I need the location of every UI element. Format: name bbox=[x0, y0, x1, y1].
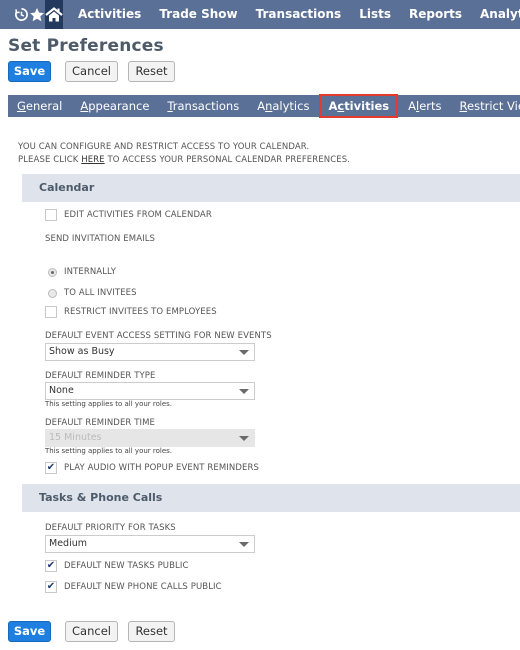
reset-button[interactable]: Reset bbox=[128, 61, 175, 82]
calls-public-label: DEFAULT NEW PHONE CALLS PUBLIC bbox=[64, 582, 222, 592]
top-button-row: Save Cancel Reset bbox=[8, 61, 175, 82]
cancel-button[interactable]: Cancel bbox=[65, 61, 118, 82]
tab-general[interactable]: General bbox=[8, 95, 71, 117]
dropdown-arrow-icon bbox=[239, 389, 249, 394]
edit-activities-row: EDIT ACTIVITIES FROM CALENDAR bbox=[45, 209, 212, 221]
priority-value: Medium bbox=[49, 538, 87, 549]
preference-tabs: General Appearance Transactions Analytics Ac… bbox=[8, 94, 520, 118]
tab-appearance[interactable]: Appearance bbox=[71, 95, 158, 117]
reminder-type-value: None bbox=[49, 385, 74, 396]
dropdown-arrow-icon bbox=[239, 436, 249, 441]
reminder-type-label: DEFAULT REMINDER TYPE bbox=[45, 371, 156, 381]
save-button[interactable]: Save bbox=[8, 61, 51, 82]
reminder-time-label: DEFAULT REMINDER TIME bbox=[45, 418, 156, 428]
recent-records-button[interactable] bbox=[14, 0, 29, 29]
save-button[interactable]: Save bbox=[8, 621, 51, 642]
home-button[interactable] bbox=[45, 0, 63, 29]
event-access-label: DEFAULT EVENT ACCESS SETTING FOR NEW EVE… bbox=[45, 331, 272, 341]
cancel-button[interactable]: Cancel bbox=[65, 621, 118, 642]
tab-transactions[interactable]: Transactions bbox=[158, 95, 248, 117]
dropdown-arrow-icon bbox=[239, 542, 249, 547]
tab-restrict-view[interactable]: Restrict View bbox=[451, 95, 520, 117]
favorites-button[interactable] bbox=[29, 0, 45, 29]
tasks-public-row: ✔ DEFAULT NEW TASKS PUBLIC bbox=[45, 560, 189, 572]
recent-icon bbox=[15, 8, 28, 21]
tab-analytics[interactable]: Analytics bbox=[248, 95, 318, 117]
intro-prefix: PLEASE CLICK bbox=[18, 154, 82, 165]
radio-all-invitees-row: TO ALL INVITEES bbox=[45, 288, 137, 298]
intro-line-2: PLEASE CLICK HERE TO ACCESS YOUR PERSONA… bbox=[18, 154, 350, 167]
here-link[interactable]: HERE bbox=[81, 155, 104, 165]
reminder-time-value: 15 Minutes bbox=[49, 432, 102, 443]
edit-activities-label: EDIT ACTIVITIES FROM CALENDAR bbox=[64, 210, 212, 220]
calendar-section-header[interactable]: Calendar bbox=[22, 174, 520, 202]
top-nav: Activities Trade Show Transactions Lists… bbox=[0, 0, 520, 29]
internally-radio[interactable] bbox=[48, 267, 57, 277]
checkmark-icon: ✔ bbox=[46, 581, 56, 592]
dropdown-arrow-icon bbox=[239, 350, 249, 355]
play-audio-label: PLAY AUDIO WITH POPUP EVENT REMINDERS bbox=[64, 463, 259, 473]
radio-internally-row: INTERNALLY bbox=[45, 267, 116, 277]
edit-activities-checkbox[interactable] bbox=[45, 209, 57, 221]
reset-button[interactable]: Reset bbox=[128, 621, 175, 642]
event-access-value: Show as Busy bbox=[49, 346, 115, 357]
reminder-type-help: This setting applies to all your roles. bbox=[45, 400, 173, 408]
tasks-public-label: DEFAULT NEW TASKS PUBLIC bbox=[64, 561, 189, 571]
play-audio-row: ✔ PLAY AUDIO WITH POPUP EVENT REMINDERS bbox=[45, 462, 259, 474]
page-title: Set Preferences bbox=[8, 36, 164, 56]
priority-select[interactable]: Medium bbox=[45, 535, 255, 553]
checkmark-icon: ✔ bbox=[46, 462, 56, 473]
all-invitees-label: TO ALL INVITEES bbox=[64, 288, 137, 298]
menu-lists[interactable]: Lists bbox=[350, 0, 400, 29]
main-menu: Activities Trade Show Transactions Lists… bbox=[69, 0, 520, 29]
menu-reports[interactable]: Reports bbox=[400, 0, 471, 29]
tasks-public-checkbox[interactable]: ✔ bbox=[45, 560, 57, 572]
reminder-time-select: 15 Minutes bbox=[45, 429, 255, 447]
reminder-time-help: This setting applies to all your roles. bbox=[45, 447, 173, 455]
star-icon bbox=[30, 7, 44, 21]
tab-activities[interactable]: Activities bbox=[319, 94, 399, 118]
intro-suffix: TO ACCESS YOUR PERSONAL CALENDAR PREFERE… bbox=[104, 154, 351, 165]
priority-label: DEFAULT PRIORITY FOR TASKS bbox=[45, 523, 176, 533]
restrict-invitees-row: RESTRICT INVITEES TO EMPLOYEES bbox=[45, 306, 217, 318]
intro-text: YOU CAN CONFIGURE AND RESTRICT ACCESS TO… bbox=[18, 141, 350, 166]
menu-transactions[interactable]: Transactions bbox=[247, 0, 351, 29]
send-invitation-label: SEND INVITATION EMAILS bbox=[45, 234, 156, 244]
intro-line-1: YOU CAN CONFIGURE AND RESTRICT ACCESS TO… bbox=[18, 142, 310, 152]
play-audio-checkbox[interactable]: ✔ bbox=[45, 462, 57, 474]
internally-label: INTERNALLY bbox=[64, 267, 117, 277]
reminder-type-select[interactable]: None bbox=[45, 382, 255, 400]
menu-trade-show[interactable]: Trade Show bbox=[150, 0, 246, 29]
tasks-section-header[interactable]: Tasks & Phone Calls bbox=[22, 484, 520, 512]
home-icon bbox=[45, 6, 63, 21]
restrict-invitees-label: RESTRICT INVITEES TO EMPLOYEES bbox=[64, 307, 217, 317]
calls-public-checkbox[interactable]: ✔ bbox=[45, 581, 57, 593]
event-access-select[interactable]: Show as Busy bbox=[45, 343, 255, 361]
tab-alerts[interactable]: Alerts bbox=[399, 95, 450, 117]
restrict-invitees-checkbox[interactable] bbox=[45, 306, 57, 318]
bottom-button-row: Save Cancel Reset bbox=[8, 621, 175, 642]
menu-analytics[interactable]: Analytics bbox=[471, 0, 520, 29]
calls-public-row: ✔ DEFAULT NEW PHONE CALLS PUBLIC bbox=[45, 581, 222, 593]
checkmark-icon: ✔ bbox=[46, 560, 56, 571]
menu-activities[interactable]: Activities bbox=[69, 0, 150, 29]
all-invitees-radio[interactable] bbox=[48, 288, 57, 298]
